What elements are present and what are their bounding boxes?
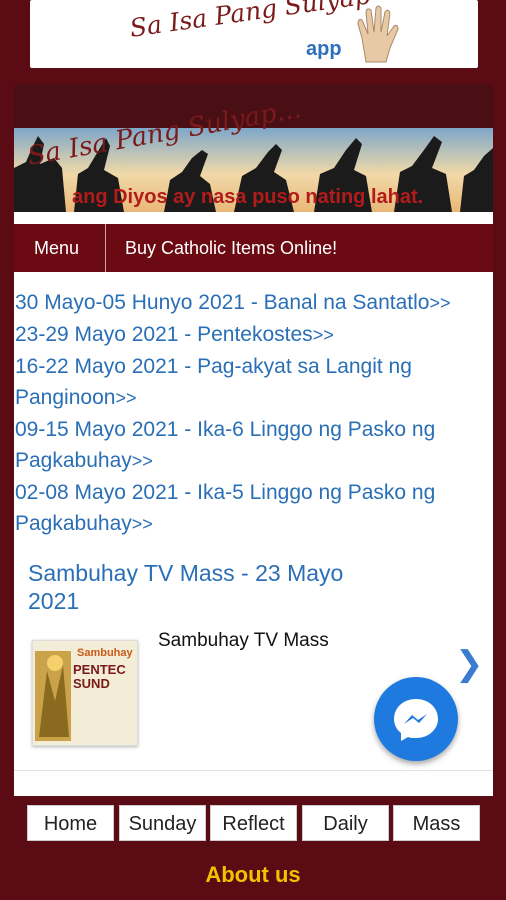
tab-sunday[interactable]: Sunday (119, 805, 206, 841)
thumbnail-text: PENTEC SUND (73, 662, 126, 691)
reading-link-arrow: >> (131, 451, 153, 471)
tab-home[interactable]: Home (27, 805, 114, 841)
hero-subtitle: ang Diyos ay nasa puso nating lahat. (72, 186, 424, 208)
main-navbar: Menu Buy Catholic Items Online! (14, 224, 493, 272)
reading-link-text: 02-08 Mayo 2021 - Ika-5 Linggo ng Pasko … (15, 481, 436, 535)
mass-thumbnail[interactable]: Sambuhay PENTEC SUND (32, 640, 138, 746)
tab-reflect[interactable]: Reflect (210, 805, 297, 841)
reading-link-arrow: >> (115, 388, 137, 408)
bottom-tab-bar: Home Sunday Reflect Daily Mass (27, 805, 482, 841)
reading-link-text: 23-29 Mayo 2021 - Pentekostes (15, 323, 313, 346)
about-us-link[interactable]: About us (0, 862, 506, 888)
thumbnail-brand: Sambuhay (77, 647, 133, 659)
app-banner-title: Sa Isa Pang Sulyap (127, 0, 373, 43)
reading-link-arrow: >> (312, 325, 334, 345)
mass-section-title[interactable]: Sambuhay TV Mass - 23 Mayo 2021 (28, 559, 388, 615)
nav-divider (105, 224, 106, 272)
panel-divider (14, 770, 493, 771)
tab-daily[interactable]: Daily (302, 805, 389, 841)
reading-links: 30 Mayo-05 Hunyo 2021 - Banal na Santatl… (15, 287, 491, 540)
chevron-right-icon[interactable]: ❯ (455, 644, 484, 684)
reading-link-text: 16-22 Mayo 2021 - Pag-akyat sa Langit ng… (15, 355, 412, 409)
reading-link-text: 30 Mayo-05 Hunyo 2021 - Banal na Santatl… (15, 291, 430, 314)
reading-link[interactable]: 30 Mayo-05 Hunyo 2021 - Banal na Santatl… (15, 287, 491, 319)
hero-banner: Sa Isa Pang Sulyap... ang Diyos ay nasa … (14, 94, 493, 212)
mass-item-label[interactable]: Sambuhay TV Mass (158, 630, 329, 652)
reading-link[interactable]: 09-15 Mayo 2021 - Ika-6 Linggo ng Pasko … (15, 414, 491, 477)
app-banner: Sa Isa Pang Sulyap app (30, 0, 478, 68)
content-panel: Sa Isa Pang Sulyap... ang Diyos ay nasa … (14, 84, 493, 796)
reading-link-text: 09-15 Mayo 2021 - Ika-6 Linggo ng Pasko … (15, 418, 436, 472)
buy-catholic-items-link[interactable]: Buy Catholic Items Online! (125, 224, 337, 272)
reading-link[interactable]: 23-29 Mayo 2021 - Pentekostes>> (15, 319, 491, 351)
reading-link[interactable]: 02-08 Mayo 2021 - Ika-5 Linggo ng Pasko … (15, 477, 491, 540)
reading-link[interactable]: 16-22 Mayo 2021 - Pag-akyat sa Langit ng… (15, 351, 491, 414)
reading-link-arrow: >> (429, 293, 451, 313)
messenger-glyph (394, 699, 438, 741)
raised-hand-icon (357, 5, 399, 63)
menu-button[interactable]: Menu (34, 224, 79, 272)
tab-mass[interactable]: Mass (393, 805, 480, 841)
app-banner-subtitle: app (306, 38, 342, 60)
reading-link-arrow: >> (131, 514, 153, 534)
messenger-icon[interactable] (374, 677, 458, 761)
